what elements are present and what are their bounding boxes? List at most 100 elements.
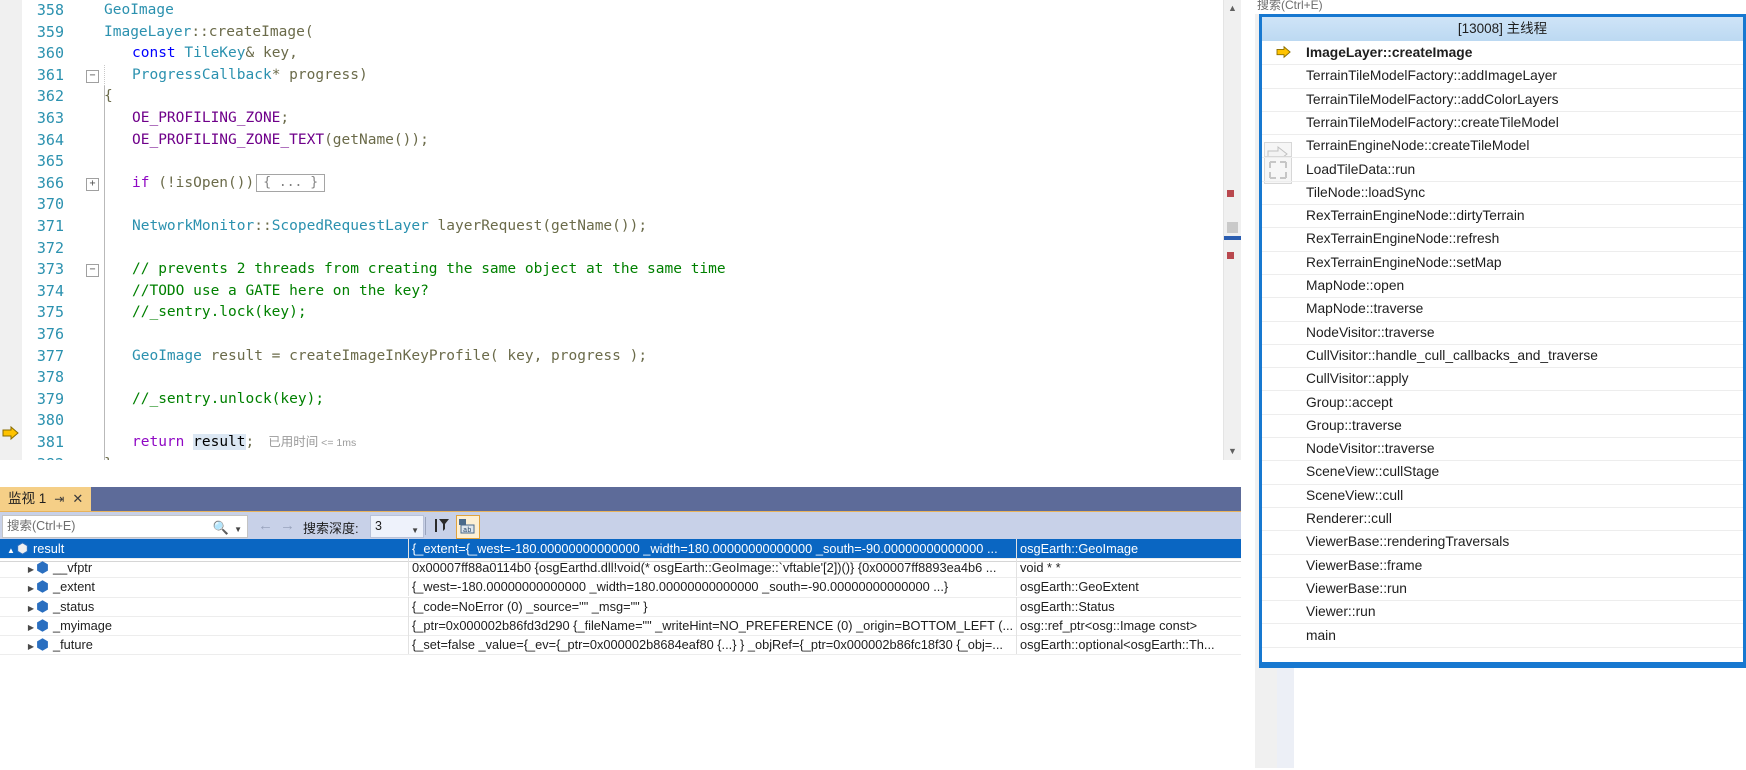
code-line[interactable]: 361 − ProgressCallback* progress) bbox=[0, 64, 1241, 87]
code-text[interactable]: GeoImage bbox=[104, 0, 174, 22]
cell-value[interactable]: {_ptr=0x000002b86fd3d290 {_fileName="" _… bbox=[412, 616, 1012, 635]
expand-triangle-icon[interactable]: ▶ bbox=[26, 579, 36, 596]
hex-display-toggle[interactable]: ab bbox=[456, 515, 480, 539]
call-stack-frame[interactable]: NodeVisitor::traverse bbox=[1262, 321, 1743, 345]
cell-value[interactable]: {_extent={_west=-180.00000000000000 _wid… bbox=[412, 539, 1012, 558]
call-stack-frame[interactable]: TileNode::loadSync bbox=[1262, 181, 1743, 206]
tab-watch-1[interactable]: 监视 1 ⇥ ✕ bbox=[0, 487, 92, 511]
cell-name[interactable]: ▶ __vfptr bbox=[0, 558, 434, 577]
code-line[interactable]: 373 − // prevents 2 threads from creating … bbox=[0, 259, 1241, 281]
code-text[interactable]: ImageLayer::createImage( bbox=[104, 22, 314, 44]
code-text[interactable]: //_sentry.unlock(key); bbox=[132, 389, 324, 411]
call-stack-inner[interactable]: 100% [13008] 主线程 ImageLayer::createImage… bbox=[1262, 17, 1743, 665]
watch-toolbar[interactable]: 搜索(Ctrl+E) 🔍 ▼ ← → 搜索深度: 3 ▼ ab bbox=[0, 511, 1241, 540]
chevron-down-icon[interactable]: ▼ bbox=[411, 520, 419, 541]
code-line[interactable]: 358 GeoImage bbox=[0, 0, 1241, 22]
code-line[interactable]: 371 NetworkMonitor::ScopedRequestLayer la… bbox=[0, 216, 1241, 238]
table-row[interactable]: ▶ _extent {_west=-180.00000000000000 _widt… bbox=[0, 577, 1241, 598]
search-icon[interactable]: 🔍 bbox=[213, 517, 229, 538]
code-text[interactable]: GeoImage result = createImageInKeyProfil… bbox=[132, 346, 647, 368]
search-next-button[interactable]: → bbox=[280, 517, 295, 534]
call-stack-frame[interactable]: Group::traverse bbox=[1262, 414, 1743, 439]
table-row[interactable]: ▶ __vfptr 0x00007ff88a0114b0 {osgEarthd.dl… bbox=[0, 558, 1241, 579]
table-row[interactable]: ▶ _status {_code=NoError (0) _source="" _m… bbox=[0, 596, 1241, 617]
expand-triangle-icon[interactable]: ▶ bbox=[26, 618, 36, 635]
cell-name[interactable]: ▶ _extent bbox=[0, 577, 434, 596]
code-line[interactable]: 378 bbox=[0, 367, 1241, 389]
call-stack-frame[interactable]: RexTerrainEngineNode::dirtyTerrain bbox=[1262, 204, 1743, 229]
call-stack-frame[interactable]: TerrainTileModelFactory::createTileModel bbox=[1262, 111, 1743, 136]
expand-fold-icon[interactable]: + bbox=[86, 177, 99, 191]
code-line[interactable]: 370 bbox=[0, 194, 1241, 216]
call-stack-frame[interactable]: CullVisitor::apply bbox=[1262, 367, 1743, 392]
cell-name[interactable]: ▶ _status bbox=[0, 597, 434, 616]
call-stack-frame[interactable]: ViewerBase::run bbox=[1262, 577, 1743, 602]
call-stack-frame[interactable]: MapNode::traverse bbox=[1262, 297, 1743, 322]
collapse-fold-icon[interactable]: − bbox=[86, 264, 99, 278]
code-line[interactable]: 360 const TileKey& key, bbox=[0, 43, 1241, 65]
code-lines-container[interactable]: 358 GeoImage 359 ImageLayer::createImage(36… bbox=[0, 0, 1241, 460]
call-stack-frame[interactable]: CullVisitor::handle_cull_callbacks_and_t… bbox=[1262, 344, 1743, 369]
code-text[interactable]: if (!isOpen()){ ... } bbox=[132, 173, 326, 195]
code-text[interactable]: return result; 已用时间 <= 1ms bbox=[132, 432, 356, 455]
code-text[interactable]: ProgressCallback* progress) bbox=[132, 65, 368, 87]
scroll-up-arrow-icon[interactable]: ▲ bbox=[1224, 0, 1241, 17]
cell-name[interactable]: ▲ result bbox=[0, 539, 414, 558]
call-stack-frame[interactable]: MapNode::open bbox=[1262, 274, 1743, 299]
code-text[interactable]: const TileKey& key, bbox=[132, 43, 298, 65]
cell-value[interactable]: {_code=NoError (0) _source="" _msg="" } bbox=[412, 597, 1012, 616]
call-stack-frame[interactable]: LoadTileData::run bbox=[1262, 158, 1743, 182]
code-line[interactable]: 364 OE_PROFILING_ZONE_TEXT(getName()); bbox=[0, 129, 1241, 152]
code-line[interactable]: 376 bbox=[0, 324, 1241, 346]
code-text[interactable]: //TODO use a GATE here on the key? bbox=[132, 281, 429, 303]
watch-search-input[interactable]: 搜索(Ctrl+E) 🔍 ▼ bbox=[2, 515, 248, 538]
cell-value[interactable]: {_set=false _value={_ev={_ptr=0x000002b8… bbox=[412, 635, 1012, 654]
code-line[interactable]: 377 GeoImage result = createImageInKeyPro… bbox=[0, 345, 1241, 368]
search-prev-button[interactable]: ← bbox=[258, 517, 273, 534]
call-stack-window[interactable]: 搜索(Ctrl+E) 100% [130 bbox=[1255, 0, 1746, 768]
code-line[interactable]: 359 ImageLayer::createImage( bbox=[0, 22, 1241, 44]
code-text[interactable]: NetworkMonitor::ScopedRequestLayer layer… bbox=[132, 216, 647, 238]
cell-value[interactable]: {_west=-180.00000000000000 _width=180.00… bbox=[412, 577, 1012, 596]
call-stack-frame[interactable]: RexTerrainEngineNode::setMap bbox=[1262, 251, 1743, 275]
call-stack-frame[interactable]: ImageLayer::createImage bbox=[1262, 41, 1743, 66]
code-line[interactable]: 372 bbox=[0, 237, 1241, 260]
pin-icon[interactable]: ⇥ bbox=[54, 492, 64, 506]
editor-vertical-scrollbar[interactable]: ▲ ▼ bbox=[1223, 0, 1241, 460]
code-line[interactable]: 381 return result; 已用时间 <= 1ms bbox=[0, 432, 1241, 454]
code-text[interactable]: //_sentry.lock(key); bbox=[132, 302, 307, 324]
code-line[interactable]: 380 bbox=[0, 410, 1241, 432]
watch-variables-grid[interactable]: 名称 值 类型 ▲result{_extent={_west=-180.0000… bbox=[0, 539, 1241, 768]
call-stack-frame[interactable]: SceneView::cull bbox=[1262, 484, 1743, 508]
call-stack-frame[interactable]: main bbox=[1262, 624, 1743, 648]
call-stack-frame[interactable]: SceneView::cullStage bbox=[1262, 460, 1743, 485]
code-text[interactable]: { bbox=[104, 86, 113, 108]
call-stack-frame[interactable]: ViewerBase::renderingTraversals bbox=[1262, 530, 1743, 555]
collapsed-block-box[interactable]: { ... } bbox=[256, 173, 326, 192]
close-icon[interactable]: ✕ bbox=[72, 491, 83, 506]
code-editor[interactable]: 358 GeoImage 359 ImageLayer::createImage(36… bbox=[0, 0, 1241, 460]
call-stack-frame[interactable]: Viewer::run bbox=[1262, 600, 1743, 625]
code-text[interactable]: OE_PROFILING_ZONE; bbox=[132, 108, 289, 130]
cell-name[interactable]: ▶ _myimage bbox=[0, 616, 434, 635]
cell-name[interactable]: ▶ _future bbox=[0, 635, 434, 654]
code-line[interactable]: 374 //TODO use a GATE here on the key? bbox=[0, 280, 1241, 303]
code-line[interactable]: 363 OE_PROFILING_ZONE; bbox=[0, 108, 1241, 130]
collapse-fold-icon[interactable]: − bbox=[86, 69, 99, 83]
call-stack-frame[interactable]: TerrainTileModelFactory::addColorLayers bbox=[1262, 88, 1743, 112]
code-line[interactable]: 375 //_sentry.lock(key); bbox=[0, 302, 1241, 324]
call-stack-frame[interactable]: ViewerBase::frame bbox=[1262, 554, 1743, 578]
search-depth-dropdown[interactable]: 3 ▼ bbox=[370, 515, 424, 538]
call-stack-frame[interactable]: TerrainTileModelFactory::addImageLayer bbox=[1262, 64, 1743, 89]
call-stack-search-input[interactable]: 搜索(Ctrl+E) bbox=[1255, 0, 1746, 14]
watch-window[interactable]: 监视 1 ⇥ ✕ 搜索(Ctrl+E) 🔍 ▼ ← → 搜索深度: 3 ▼ ab… bbox=[0, 487, 1241, 768]
call-stack-frame[interactable]: Group::accept bbox=[1262, 391, 1743, 415]
code-text[interactable]: OE_PROFILING_ZONE_TEXT(getName()); bbox=[132, 130, 429, 152]
call-stack-frame[interactable]: NodeVisitor::traverse bbox=[1262, 437, 1743, 462]
table-row[interactable]: ▶ _future {_set=false _value={_ev={_ptr=0x… bbox=[0, 635, 1241, 656]
expand-triangle-icon[interactable]: ▶ bbox=[26, 599, 36, 616]
code-line[interactable]: 362 { bbox=[0, 86, 1241, 108]
call-stack-frame[interactable]: Renderer::cull bbox=[1262, 507, 1743, 532]
table-row[interactable]: ▶ _myimage {_ptr=0x000002b86fd3d290 {_file… bbox=[0, 615, 1241, 636]
call-stack-frame[interactable]: TerrainEngineNode::createTileModel bbox=[1262, 134, 1743, 159]
